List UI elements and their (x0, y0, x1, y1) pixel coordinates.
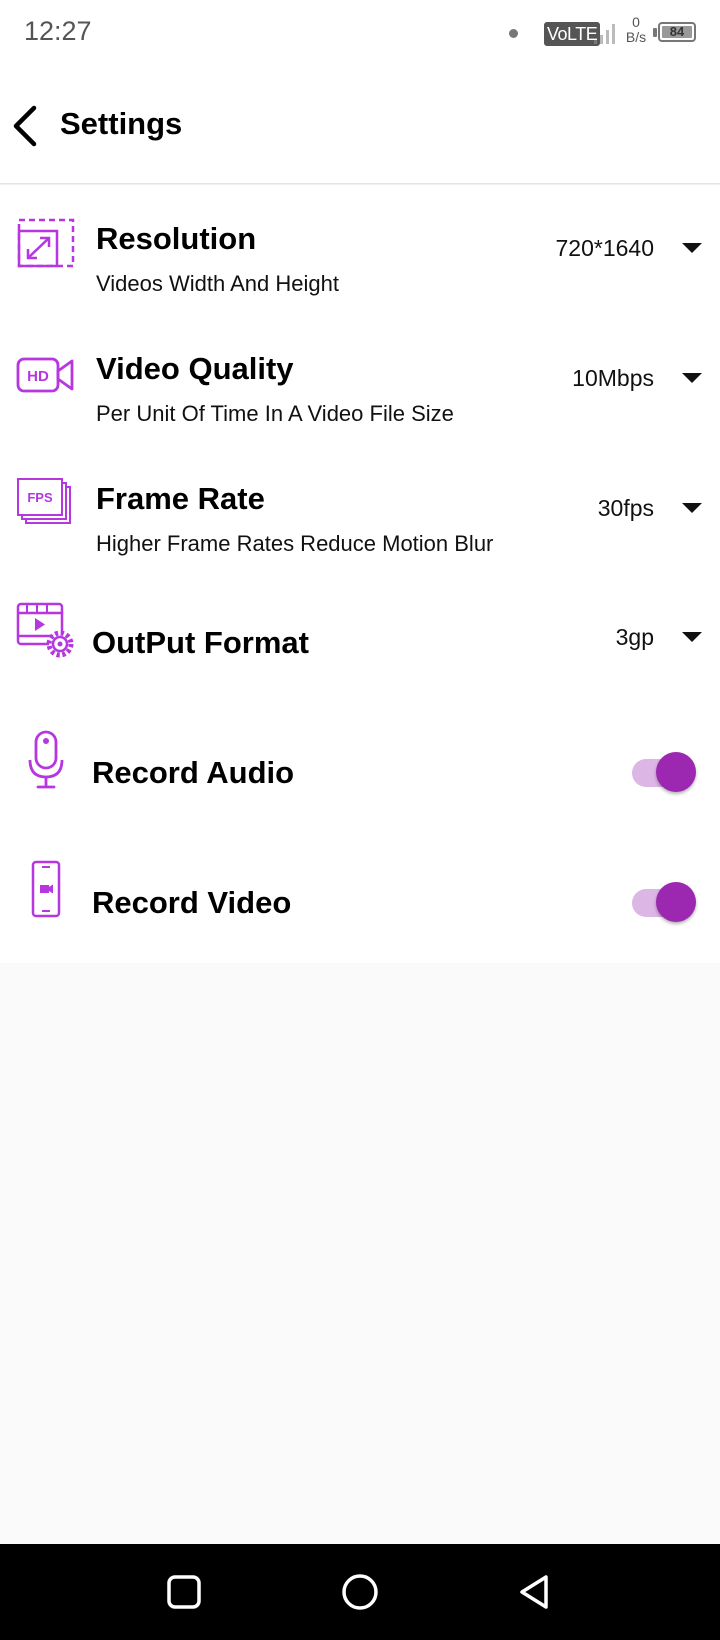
phone-camera-icon (31, 860, 61, 918)
status-time: 12:27 (24, 16, 92, 46)
home-circle-icon[interactable] (338, 1570, 382, 1614)
resize-icon (17, 218, 75, 268)
svg-text:FPS: FPS (27, 490, 53, 505)
frame-rate-value: 30fps (597, 494, 654, 521)
back-button[interactable] (4, 96, 56, 156)
video-quality-setting[interactable]: HD Video Quality Per Unit Of Time In A V… (0, 325, 720, 445)
video-quality-value: 10Mbps (572, 364, 654, 391)
video-quality-subtitle: Per Unit Of Time In A Video File Size (96, 401, 454, 426)
output-format-dropdown[interactable]: 3gp (616, 617, 702, 657)
dropdown-arrow-icon (682, 243, 702, 253)
record-video-toggle[interactable] (630, 880, 698, 924)
signal-icon (594, 24, 615, 44)
recents-square-icon[interactable] (162, 1570, 206, 1614)
output-format-value: 3gp (615, 623, 654, 650)
notification-dot-icon (509, 29, 518, 38)
network-speed-unit: B/s (625, 29, 647, 45)
navigation-bar (0, 1544, 720, 1640)
frame-rate-setting[interactable]: FPS Frame Rate Higher Frame Rates Reduce… (0, 455, 720, 575)
resolution-setting[interactable]: Resolution Videos Width And Height 720*1… (0, 195, 720, 315)
record-video-title: Record Video (92, 885, 292, 920)
battery-icon: 84 (658, 22, 696, 42)
video-quality-dropdown[interactable]: 10Mbps (572, 358, 702, 398)
video-quality-title: Video Quality (96, 351, 294, 386)
resolution-subtitle: Videos Width And Height (96, 271, 339, 296)
hd-camera-icon: HD (16, 357, 74, 393)
video-gear-icon (16, 602, 74, 658)
dropdown-arrow-icon (682, 503, 702, 513)
back-arrow-icon (13, 105, 37, 147)
frame-rate-subtitle: Higher Frame Rates Reduce Motion Blur (96, 531, 494, 556)
output-format-title: OutPut Format (92, 625, 309, 660)
microphone-icon (28, 730, 64, 789)
network-speed: 0 B/s (621, 15, 651, 45)
switch-thumb (656, 882, 696, 922)
record-video-setting: Record Video (0, 845, 720, 965)
resolution-dropdown[interactable]: 720*1640 (555, 228, 702, 268)
volte-badge: VoLTE (544, 22, 601, 46)
resolution-title: Resolution (96, 221, 257, 256)
frame-rate-title: Frame Rate (96, 481, 265, 516)
app-bar: Settings (0, 68, 720, 184)
record-audio-setting: Record Audio (0, 715, 720, 835)
settings-list: Resolution Videos Width And Height 720*1… (0, 185, 720, 963)
page-title: Settings (60, 106, 183, 141)
output-format-setting[interactable]: OutPut Format 3gp (0, 585, 720, 705)
dropdown-arrow-icon (682, 373, 702, 383)
frame-rate-dropdown[interactable]: 30fps (598, 488, 702, 528)
switch-thumb (656, 752, 696, 792)
record-audio-title: Record Audio (92, 755, 295, 790)
battery-level: 84 (669, 24, 685, 39)
fps-icon: FPS (17, 478, 71, 524)
resolution-value: 720*1640 (555, 234, 655, 261)
back-triangle-icon[interactable] (514, 1570, 558, 1614)
battery-tip (653, 28, 657, 37)
svg-text:HD: HD (27, 368, 49, 385)
dropdown-arrow-icon (682, 632, 702, 642)
status-bar: 12:27 VoLTE 0 B/s 84 (0, 0, 720, 68)
record-audio-toggle[interactable] (630, 750, 698, 794)
network-speed-value: 0 (632, 14, 640, 30)
